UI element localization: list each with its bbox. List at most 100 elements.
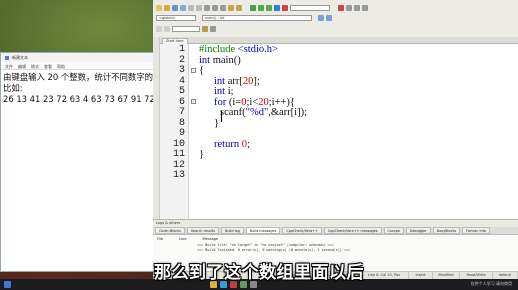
uncomment-icon[interactable] [164,25,170,32]
save-icon[interactable] [172,4,178,11]
code-token: int [214,75,226,87]
build-run-icon[interactable] [266,4,272,11]
line-number: 12 [172,159,185,171]
code-token: { [199,65,205,76]
run-icon[interactable] [258,4,264,11]
debug-next-icon[interactable] [346,4,352,11]
code-editor[interactable]: 1 2 3 4 5 6 7 8 9 10 11 12 13 - - #inclu… [160,44,518,219]
code-token: ;i< [246,96,259,108]
debug-step-icon[interactable] [354,4,360,11]
codeblocks-window[interactable]: <global> main() : int Start here 1 2 3 4… [153,0,518,290]
code-line: int main() [199,55,241,66]
build-target-combo[interactable] [290,4,330,11]
code-token: ,&arr[i]); [268,107,308,118]
code-token: int [199,54,211,66]
logs-tab[interactable]: Fortran info [462,227,490,234]
line-number: 6 [178,96,185,108]
fold-toggle-icon[interactable]: - [191,99,196,104]
code-token: } [214,117,220,129]
toolbar-row-3 [153,24,518,33]
line-number: 13 [172,170,185,181]
code-token: ]; [253,75,260,87]
notepad-text-area[interactable]: 由键盘输入 20 个整数，统计不同数字的 比如: 26 13 41 23 72 … [1,70,157,107]
open-file-icon[interactable] [164,4,170,11]
notepad-menu-help[interactable]: 帮助 [57,64,65,69]
management-panel[interactable] [153,37,160,219]
column-file[interactable]: File [157,237,163,241]
notepad-menubar: 文件 编辑 格式 查看 帮助 [1,62,157,70]
notepad-app-icon [5,55,9,60]
code-token: ; [246,138,250,150]
line-number-gutter: 1 2 3 4 5 6 7 8 9 10 11 12 13 [160,44,189,219]
function-combo[interactable]: main() : int [202,14,312,21]
logs-tab[interactable]: CppCheck/Vera++ messages [323,227,382,234]
abort-icon[interactable] [282,4,288,11]
debug-stop-icon[interactable] [362,4,368,11]
comment-icon[interactable] [156,25,162,32]
notepad-titlebar[interactable]: 新建文本 [1,53,157,62]
rebuild-icon[interactable] [274,4,280,11]
jump-back-icon[interactable] [318,14,324,21]
logs-tab[interactable]: DoxyBlocks [432,227,461,234]
redo-icon[interactable] [196,4,202,11]
video-subtitle: 那么到了这个数组里面以后 [154,263,364,283]
save-all-icon[interactable] [180,4,186,11]
code-line: { [199,65,204,76]
code-line: for (i=0;i<20;i++){ [214,97,295,108]
search-combo[interactable] [172,25,200,32]
replace-icon[interactable] [236,4,242,11]
line-number: 2 [178,54,185,66]
logs-tab-active[interactable]: Build messages [245,227,281,234]
notepad-window[interactable]: 新建文本 文件 编辑 格式 查看 帮助 由键盘输入 20 个整数，统计不同数字的… [0,52,158,272]
logs-tab[interactable]: Cscope [383,227,404,234]
toolbar-row-2: <global> main() : int [153,13,518,22]
find-icon[interactable] [228,4,234,11]
line-number: 7 [178,107,185,118]
notepad-menu-format[interactable]: 格式 [31,64,39,69]
fold-toggle-icon[interactable]: - [191,68,196,73]
scope-combo[interactable]: <global> [156,14,196,21]
code-line: int i; [214,86,234,97]
build-icon[interactable] [250,4,256,11]
line-number: 10 [172,138,185,150]
code-token: 20 [242,75,254,87]
logs-tab[interactable]: Code::Blocks [155,227,185,234]
cut-icon[interactable] [204,4,210,11]
build-message-line[interactable]: === Build finished: 0 error(s), 0 warnin… [153,248,518,253]
new-file-icon[interactable] [156,4,162,11]
line-number: 9 [178,128,185,139]
code-token: "%d" [245,107,269,118]
notepad-menu-view[interactable]: 查看 [44,64,52,69]
code-line: scanf("%d",&arr[i]); [220,107,307,118]
line-number: 1 [178,44,185,55]
debug-icon[interactable] [338,4,344,11]
logs-tab[interactable]: Build log [221,227,244,234]
paste-icon[interactable] [220,4,226,11]
undo-icon[interactable] [188,4,194,11]
notepad-menu-file[interactable]: 文件 [5,64,13,69]
line-number: 8 [178,117,185,129]
copy-icon[interactable] [212,4,218,11]
logs-tab[interactable]: CppCheck/Vera++ [282,227,322,234]
search-go-icon[interactable] [202,25,208,32]
code-token: i; [225,86,234,97]
line-number: 11 [172,149,185,160]
regex-icon[interactable] [210,25,216,32]
code-token: scanf( [220,107,246,118]
code-token: <stdio.h> [237,44,278,55]
code-line: return 0; [214,139,250,150]
code-line: } [214,118,219,129]
logs-tabstrip: Code::Blocks Search results Build log Bu… [153,227,518,235]
code-line: #include <stdio.h> [199,44,278,55]
notepad-title: 新建文本 [12,54,28,60]
column-line[interactable]: Line [179,237,187,241]
notepad-line: 由键盘输入 20 个整数，统计不同数字的 [3,72,153,82]
code-token: for [214,96,227,108]
code-token: arr[ [225,75,243,87]
jump-forward-icon[interactable] [326,14,332,21]
notepad-menu-edit[interactable]: 编辑 [18,64,26,69]
logs-tab[interactable]: Debugger [405,227,431,234]
logs-tab[interactable]: Search results [186,227,219,234]
logs-panel-title: Logs & others [153,220,518,227]
column-message[interactable]: Message [203,237,219,241]
